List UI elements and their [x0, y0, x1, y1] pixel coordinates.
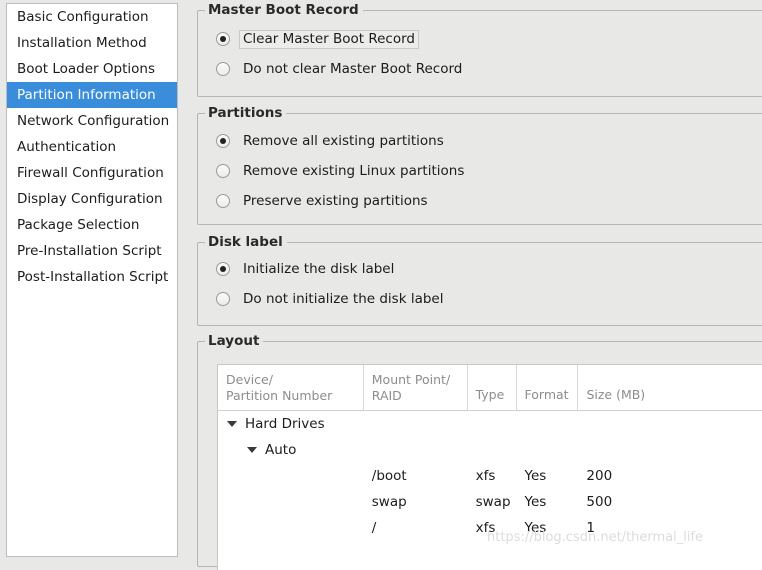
- master-boot-record-group-title: Master Boot Record: [205, 2, 363, 18]
- sidebar-item-label: Authentication: [17, 139, 117, 155]
- radio-label: Initialize the disk label: [243, 260, 395, 277]
- cell-type: xfs: [475, 468, 496, 484]
- cell-mount: /boot: [371, 468, 407, 484]
- disk-label-group-title: Disk label: [205, 234, 287, 250]
- radio-button-indicator[interactable]: [216, 62, 230, 76]
- column-header-mount-point-raid[interactable]: Mount Point/ RAID: [364, 365, 468, 410]
- cell-mount: /: [371, 520, 377, 536]
- radio-label: Remove all existing partitions: [243, 132, 444, 149]
- sidebar-item-label: Display Configuration: [17, 191, 163, 207]
- sidebar-item-label: Post-Installation Script: [17, 269, 169, 285]
- radio-remove-existing-linux-partitions[interactable]: Remove existing Linux partitions: [216, 161, 468, 181]
- sidebar-item-boot-loader-options[interactable]: Boot Loader Options: [7, 56, 177, 82]
- sidebar-item-label: Firewall Configuration: [17, 165, 164, 181]
- column-header-size-mb[interactable]: Size (MB): [578, 365, 762, 410]
- radio-button-indicator[interactable]: [216, 164, 230, 178]
- cell-format: Yes: [524, 468, 547, 484]
- sidebar-item-installation-method[interactable]: Installation Method: [7, 30, 177, 56]
- chevron-down-icon[interactable]: [247, 447, 257, 453]
- tree-node-auto[interactable]: Auto: [218, 442, 364, 458]
- tree-node-label: Hard Drives: [245, 416, 325, 432]
- radio-button-indicator[interactable]: [216, 32, 230, 46]
- sidebar-item-partition-information[interactable]: Partition Information: [7, 82, 177, 108]
- sidebar-item-pre-installation-script[interactable]: Pre-Installation Script: [7, 238, 177, 264]
- sidebar-item-firewall-configuration[interactable]: Firewall Configuration: [7, 160, 177, 186]
- sidebar-item-post-installation-script[interactable]: Post-Installation Script: [7, 264, 177, 290]
- radio-preserve-existing-partitions[interactable]: Preserve existing partitions: [216, 191, 432, 211]
- radio-label: Do not clear Master Boot Record: [243, 60, 463, 77]
- sidebar-item-label: Installation Method: [17, 35, 147, 51]
- radio-button-indicator[interactable]: [216, 194, 230, 208]
- table-header-row: Device/ Partition Number Mount Point/ RA…: [218, 365, 762, 411]
- cell-mount: swap: [371, 494, 407, 510]
- tree-node-hard-drives[interactable]: Hard Drives: [218, 416, 364, 432]
- radio-label: Do not initialize the disk label: [243, 290, 444, 307]
- radio-do-not-initialize-the-disk-label[interactable]: Do not initialize the disk label: [216, 289, 447, 309]
- disk-label-group: Disk label Initialize the disk label Do …: [197, 234, 762, 326]
- chevron-down-icon[interactable]: [227, 421, 237, 427]
- column-header-type[interactable]: Type: [468, 365, 517, 410]
- sidebar-item-label: Package Selection: [17, 217, 140, 233]
- radio-clear-master-boot-record[interactable]: Clear Master Boot Record: [216, 29, 419, 49]
- watermark-text: https://blog.csdn.net/thermal_life: [487, 530, 704, 545]
- layout-group-title: Layout: [205, 333, 264, 349]
- cell-format: Yes: [524, 494, 547, 510]
- navigation-sidebar[interactable]: Basic Configuration Installation Method …: [6, 3, 178, 557]
- cell-size: 200: [586, 468, 613, 484]
- radio-button-indicator[interactable]: [216, 262, 230, 276]
- sidebar-item-display-configuration[interactable]: Display Configuration: [7, 186, 177, 212]
- column-header-format[interactable]: Format: [517, 365, 579, 410]
- sidebar-item-authentication[interactable]: Authentication: [7, 134, 177, 160]
- sidebar-item-label: Basic Configuration: [17, 9, 149, 25]
- table-row[interactable]: swap swap Yes 500: [218, 489, 762, 515]
- radio-label: Preserve existing partitions: [243, 192, 428, 209]
- sidebar-item-basic-configuration[interactable]: Basic Configuration: [7, 4, 177, 30]
- sidebar-item-label: Network Configuration: [17, 113, 170, 129]
- radio-label: Clear Master Boot Record: [239, 29, 419, 49]
- sidebar-item-package-selection[interactable]: Package Selection: [7, 212, 177, 238]
- tree-node-label: Auto: [265, 442, 297, 458]
- cell-type: swap: [475, 494, 511, 510]
- radio-initialize-the-disk-label[interactable]: Initialize the disk label: [216, 259, 398, 279]
- radio-do-not-clear-master-boot-record[interactable]: Do not clear Master Boot Record: [216, 59, 466, 79]
- radio-label: Remove existing Linux partitions: [243, 162, 465, 179]
- partition-information-pane: Master Boot Record Clear Master Boot Rec…: [190, 0, 762, 570]
- partitions-group-title: Partitions: [205, 105, 287, 121]
- column-header-device-partition-number[interactable]: Device/ Partition Number: [218, 365, 364, 410]
- table-row[interactable]: Auto: [218, 437, 762, 463]
- sidebar-item-label: Partition Information: [17, 87, 156, 103]
- table-row[interactable]: /boot xfs Yes 200: [218, 463, 762, 489]
- table-row[interactable]: Hard Drives: [218, 411, 762, 437]
- sidebar-item-label: Pre-Installation Script: [17, 243, 162, 259]
- sidebar-item-label: Boot Loader Options: [17, 61, 155, 77]
- radio-button-indicator[interactable]: [216, 292, 230, 306]
- radio-button-indicator[interactable]: [216, 134, 230, 148]
- partitions-group: Partitions Remove all existing partition…: [197, 105, 762, 225]
- cell-size: 500: [586, 494, 613, 510]
- radio-remove-all-existing-partitions[interactable]: Remove all existing partitions: [216, 131, 448, 151]
- master-boot-record-group: Master Boot Record Clear Master Boot Rec…: [197, 2, 762, 97]
- sidebar-item-network-configuration[interactable]: Network Configuration: [7, 108, 177, 134]
